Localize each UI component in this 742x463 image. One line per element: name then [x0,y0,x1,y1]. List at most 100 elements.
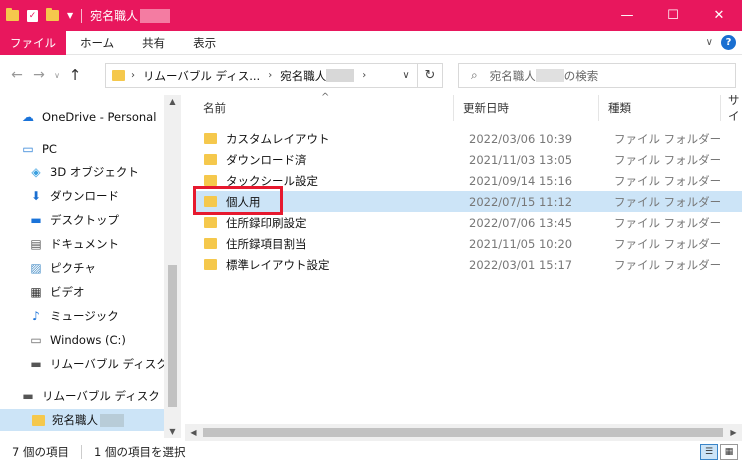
breadcrumb-removable-disk[interactable]: リムーバブル ディス... [143,68,260,84]
large-icons-view-icon[interactable]: ▦ [720,444,738,460]
column-header-size[interactable]: サイ [728,95,742,121]
chevron-right-icon[interactable]: › [268,70,272,81]
column-header-name[interactable]: 名前 [203,95,226,121]
sidebar-item-videos[interactable]: ▦ ビデオ [28,281,85,303]
file-name: カスタムレイアウト [226,131,330,146]
sidebar-item-onedrive[interactable]: ☁ OneDrive - Personal [20,106,156,128]
sidebar-item-pictures[interactable]: ▨ ピクチャ [28,257,96,279]
file-date: 2021/11/05 10:20 [469,236,573,251]
column-header-type[interactable]: 種類 [608,95,631,121]
column-divider[interactable] [453,95,454,121]
details-view-icon[interactable]: ☰ [700,444,718,460]
highlight-annotation-box [193,186,283,215]
sidebar-item-label: 3D オブジェクト [50,165,139,179]
scrollbar-thumb[interactable] [203,428,723,437]
scrollbar-thumb[interactable] [168,265,177,407]
recent-locations-icon[interactable]: ∨ [50,71,64,80]
drive-icon: ▭ [30,333,42,347]
folder-icon [204,133,217,144]
forward-arrow-icon[interactable]: → [28,67,50,83]
column-divider[interactable] [720,95,721,121]
sidebar-item-windows-c[interactable]: ▭ Windows (C:) [28,329,126,351]
sort-ascending-icon: ^ [321,92,330,103]
new-folder-icon[interactable] [46,8,59,21]
table-row[interactable]: カスタムレイアウト 2022/03/06 10:39 ファイル フォルダー [195,128,742,149]
minimize-button[interactable]: — [604,0,650,31]
horizontal-scrollbar[interactable]: ◀ ▶ [185,424,742,441]
chevron-right-icon[interactable]: › [131,70,135,81]
divider [81,8,83,23]
desktop-icon: ▬ [30,213,42,227]
sidebar-item-downloads[interactable]: ⬇ ダウンロード [28,185,119,207]
status-bar: 7 個の項目 1 個の項目を選択 ☰ ▦ [0,441,742,463]
address-bar[interactable]: › リムーバブル ディス... › 宛名職人 › ∨ [105,63,418,88]
close-button[interactable]: ✕ [696,0,742,31]
column-header-date[interactable]: 更新日時 [463,95,509,121]
sidebar-item-pc[interactable]: ▭ PC [20,138,57,160]
tab-view[interactable]: 表示 [179,31,230,55]
search-input[interactable]: ⌕ 宛名職人 の検索 [458,63,736,88]
file-name: 標準レイアウト設定 [226,257,330,272]
up-arrow-icon[interactable]: ↑ [64,66,86,84]
sidebar-item-3d-objects[interactable]: ◈ 3D オブジェクト [28,161,139,183]
table-row[interactable]: 住所録項目割当 2021/11/05 10:20 ファイル フォルダー [195,233,742,254]
file-name: ダウンロード済 [226,152,307,167]
refresh-button[interactable]: ↻ [418,63,443,88]
scroll-down-icon[interactable]: ▼ [164,427,181,436]
sidebar-item-label: OneDrive - Personal [42,110,157,124]
tab-share[interactable]: 共有 [128,31,179,55]
file-date: 2022/03/01 15:17 [469,257,573,272]
quick-access-toolbar: ✓ ▼ 宛名職人 [0,0,171,31]
sidebar-item-label: Windows (C:) [50,333,126,347]
table-row[interactable]: 住所録印刷設定 2022/07/06 13:45 ファイル フォルダー [195,212,742,233]
sidebar-item-music[interactable]: ♪ ミュージック [28,305,119,327]
download-icon: ⬇ [30,189,42,203]
chevron-right-icon[interactable]: › [362,70,366,81]
file-date: 2022/07/06 13:45 [469,215,573,230]
sidebar-item-label: ビデオ [50,285,85,299]
redacted-title-region [140,8,171,23]
tab-file[interactable]: ファイル [0,30,66,55]
title-bar: ✓ ▼ 宛名職人 — ☐ ✕ [0,0,742,31]
scroll-right-icon[interactable]: ▶ [725,424,742,441]
file-date: 2022/03/06 10:39 [469,131,573,146]
tab-home[interactable]: ホーム [66,31,128,55]
navigation-pane-scrollbar[interactable]: ▲ ▼ [164,95,181,438]
sidebar-item-removable-d-root[interactable]: ▬ リムーバブル ディスク (D:) [20,385,181,407]
expand-ribbon-icon[interactable]: ∨ [706,37,713,48]
address-dropdown-icon[interactable]: ∨ [395,64,417,87]
folder-icon [112,70,125,81]
folder-icon [204,259,217,270]
sidebar-item-label: ドキュメント [50,237,119,251]
sidebar-item-removable-d[interactable]: ▬ リムーバブル ディスク (D:) [28,353,181,375]
cloud-icon: ☁ [22,110,34,124]
sidebar-item-label: リムーバブル ディスク (D:) [50,357,181,371]
properties-icon[interactable]: ✓ [27,9,38,22]
back-arrow-icon[interactable]: ← [6,67,28,83]
file-type: ファイル フォルダー [614,257,722,272]
window-title: 宛名職人 [90,9,139,23]
scroll-left-icon[interactable]: ◀ [185,424,202,441]
navigation-bar: ← → ∨ ↑ › リムーバブル ディス... › 宛名職人 › ∨ ↻ ⌕ 宛… [0,55,742,95]
scroll-up-icon[interactable]: ▲ [164,97,181,106]
sidebar-item-label: ミュージック [50,309,119,323]
sidebar-item-desktop[interactable]: ▬ デスクトップ [28,209,119,231]
sidebar-item-label: ピクチャ [50,261,96,275]
sidebar-item-documents[interactable]: ▤ ドキュメント [28,233,119,255]
sidebar-item-atena[interactable]: 宛名職人 [0,409,164,431]
file-type: ファイル フォルダー [614,131,722,146]
document-icon: ▤ [30,237,42,251]
breadcrumb-atena[interactable]: 宛名職人 [280,68,326,84]
redacted-region [100,413,124,427]
folder-icon [6,8,19,21]
help-icon[interactable]: ? [721,35,736,50]
sidebar-item-label: ダウンロード [50,189,119,203]
redacted-region [535,69,564,82]
customize-toolbar-dropdown-icon[interactable]: ▼ [67,11,73,20]
maximize-button[interactable]: ☐ [650,0,696,31]
file-type: ファイル フォルダー [614,236,722,251]
table-row[interactable]: 標準レイアウト設定 2022/03/01 15:17 ファイル フォルダー [195,254,742,275]
table-row[interactable]: ダウンロード済 2021/11/03 13:05 ファイル フォルダー [195,149,742,170]
column-divider[interactable] [598,95,599,121]
navigation-pane: ☁ OneDrive - Personal ▭ PC ◈ 3D オブジェクト ⬇… [0,95,181,438]
